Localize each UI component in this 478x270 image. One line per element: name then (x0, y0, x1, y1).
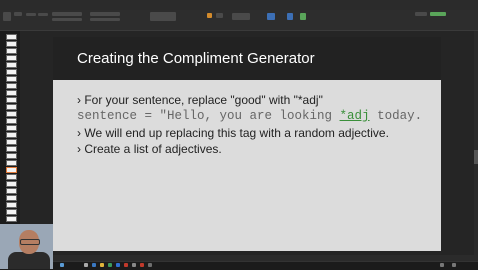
shapes-gallery[interactable] (150, 12, 176, 21)
slide-thumbnail[interactable] (6, 146, 17, 152)
clock-icon[interactable] (452, 263, 456, 267)
bullet-create-list[interactable]: › Create a list of adjectives. (77, 142, 222, 156)
slide-thumbnail[interactable] (6, 132, 17, 138)
slide-thumbnail[interactable] (6, 90, 17, 96)
quick-styles-button[interactable] (216, 13, 223, 18)
slide-thumbnails-pane[interactable] (0, 31, 20, 255)
app-icon[interactable] (140, 263, 144, 267)
start-icon[interactable] (60, 263, 64, 267)
slide-thumbnail[interactable] (6, 48, 17, 54)
presenter-body (8, 252, 50, 269)
edge-icon[interactable] (92, 263, 96, 267)
find-button[interactable] (267, 13, 275, 20)
slide-thumbnail[interactable] (6, 181, 17, 187)
slide-thumbnail[interactable] (6, 34, 17, 40)
bullet-replace-good[interactable]: › For your sentence, replace "good" with… (77, 93, 323, 107)
slide-thumbnail[interactable] (6, 202, 17, 208)
comments-button[interactable] (430, 12, 446, 16)
bullet-replace-tag[interactable]: › We will end up replacing this tag with… (77, 126, 389, 140)
excel-icon[interactable] (108, 263, 112, 267)
slide-thumbnail[interactable] (6, 104, 17, 110)
slide-thumbnail-active[interactable] (6, 167, 17, 173)
app-icon[interactable] (148, 263, 152, 267)
scrollbar-thumb[interactable] (474, 150, 478, 164)
app-icon[interactable] (132, 263, 136, 267)
slide-thumbnail[interactable] (6, 216, 17, 222)
slide-thumbnail[interactable] (6, 55, 17, 61)
folder-icon[interactable] (100, 263, 104, 267)
dictate-button[interactable] (287, 13, 293, 20)
slide-thumbnail[interactable] (6, 188, 17, 194)
vertical-scrollbar[interactable] (474, 31, 478, 255)
presenter-glasses (20, 239, 40, 245)
slide-title[interactable]: Creating the Compliment Generator (77, 50, 315, 67)
reset-button[interactable] (38, 13, 48, 16)
ribbon-toolbar (0, 10, 478, 31)
word-icon[interactable] (116, 263, 120, 267)
new-slide-button[interactable] (14, 12, 22, 16)
paste-button[interactable] (3, 12, 11, 21)
slide-thumbnail[interactable] (6, 160, 17, 166)
designer-button[interactable] (300, 13, 306, 20)
current-slide[interactable]: Creating the Compliment Generator › For … (53, 37, 441, 251)
slide-thumbnail[interactable] (6, 209, 17, 215)
slide-thumbnail[interactable] (6, 97, 17, 103)
code-suffix: today. (369, 109, 423, 123)
slide-thumbnail[interactable] (6, 125, 17, 131)
paragraph-buttons[interactable] (90, 12, 120, 16)
slide-thumbnail[interactable] (6, 83, 17, 89)
font-style-buttons[interactable] (52, 18, 82, 21)
slide-thumbnail[interactable] (6, 62, 17, 68)
search-icon[interactable] (84, 263, 88, 267)
arrange-button[interactable] (207, 13, 212, 18)
slide-thumbnail[interactable] (6, 174, 17, 180)
font-dropdown[interactable] (52, 12, 82, 16)
code-keyword: *adj (339, 109, 370, 123)
slide-thumbnail[interactable] (6, 69, 17, 75)
code-prefix: sentence = "Hello, you are looking (77, 109, 340, 123)
slide-thumbnail[interactable] (6, 41, 17, 47)
slide-thumbnail[interactable] (6, 76, 17, 82)
alignment-buttons[interactable] (90, 18, 120, 21)
code-line[interactable]: sentence = "Hello, you are looking *adj … (77, 109, 422, 123)
system-tray-icon[interactable] (440, 263, 444, 267)
slide-thumbnail[interactable] (6, 111, 17, 117)
slide-title-banner: Creating the Compliment Generator (53, 37, 441, 80)
slide-thumbnail[interactable] (6, 153, 17, 159)
share-button[interactable] (415, 12, 427, 16)
shape-format-buttons[interactable] (232, 13, 250, 20)
slide-thumbnail[interactable] (6, 139, 17, 145)
powerpoint-icon[interactable] (124, 263, 128, 267)
slide-thumbnail[interactable] (6, 195, 17, 201)
slide-thumbnail[interactable] (6, 118, 17, 124)
layout-button[interactable] (26, 13, 36, 16)
